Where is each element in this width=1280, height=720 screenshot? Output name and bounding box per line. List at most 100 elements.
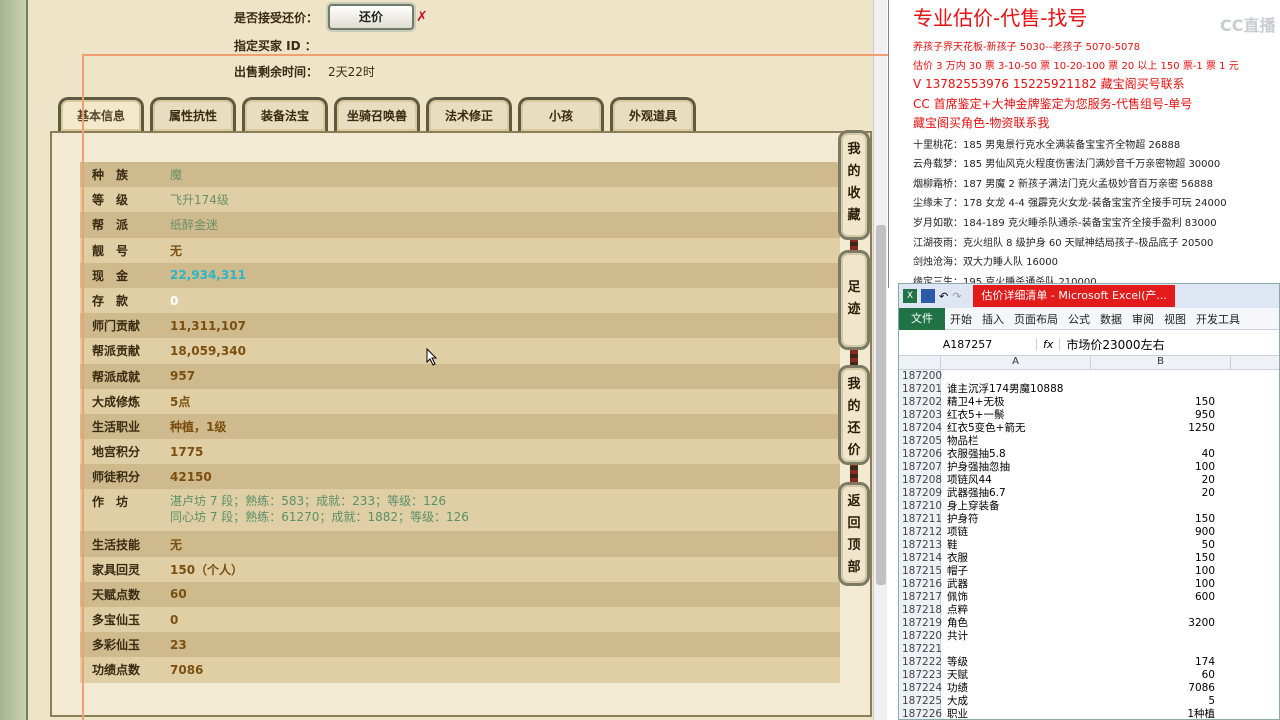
tab-home[interactable]: 开始 — [945, 311, 977, 327]
cell-a[interactable]: 谁主沉浮174男魔10888 — [941, 383, 1091, 396]
tab-mounts-pets[interactable]: 坐骑召唤兽 — [334, 97, 420, 131]
row-number[interactable]: 187226 — [899, 708, 942, 719]
row-number[interactable]: 187225 — [899, 695, 942, 708]
row-number[interactable]: 187210 — [899, 500, 942, 513]
cell-b[interactable]: 150 — [1091, 513, 1231, 526]
tab-insert[interactable]: 插入 — [977, 311, 1009, 327]
column-header-a[interactable]: A — [941, 356, 1091, 369]
formula-input[interactable]: 市场价23000左右 — [1060, 336, 1164, 353]
cell-a[interactable]: 鞋 — [941, 539, 1091, 552]
close-icon[interactable]: ✗ — [416, 9, 428, 25]
row-number[interactable]: 187206 — [899, 448, 942, 461]
cell-a[interactable]: 天赋 — [941, 669, 1091, 682]
column-header-b[interactable]: B — [1091, 356, 1231, 369]
cell-b[interactable] — [1091, 500, 1231, 513]
cell-b[interactable] — [1091, 370, 1231, 383]
cell-b[interactable] — [1091, 604, 1231, 617]
tab-equipment[interactable]: 装备法宝 — [242, 97, 328, 131]
tab-page-layout[interactable]: 页面布局 — [1009, 311, 1063, 327]
cell-b[interactable]: 60 — [1091, 669, 1231, 682]
my-counteroffer-button[interactable]: 我的还价 — [838, 365, 870, 465]
cell-a[interactable]: 红衣5+一鬃 — [941, 409, 1091, 422]
tab-developer[interactable]: 开发工具 — [1191, 311, 1245, 327]
counteroffer-button[interactable]: 还价 — [328, 4, 415, 30]
redo-icon[interactable]: ↷ — [952, 290, 961, 303]
row-number[interactable]: 187205 — [899, 435, 942, 448]
tab-attributes[interactable]: 属性抗性 — [150, 97, 236, 131]
cell-a[interactable]: 武器 — [941, 578, 1091, 591]
row-number[interactable]: 187213 — [899, 539, 942, 552]
cell-a[interactable]: 武器强抽6.7 — [941, 487, 1091, 500]
cell-b[interactable]: 100 — [1091, 565, 1231, 578]
row-number[interactable]: 187200 — [899, 370, 942, 383]
cell-a[interactable]: 共计 — [941, 630, 1091, 643]
cell-a[interactable]: 精卫4+无极 — [941, 396, 1091, 409]
row-number[interactable]: 187215 — [899, 565, 942, 578]
cell-b[interactable]: 600 — [1091, 591, 1231, 604]
tab-review[interactable]: 审阅 — [1127, 311, 1159, 327]
row-number[interactable]: 187202 — [899, 396, 942, 409]
cell-b[interactable]: 150 — [1091, 552, 1231, 565]
cell-a[interactable]: 护身强抽忽抽 — [941, 461, 1091, 474]
tab-file[interactable]: 文件 — [899, 307, 945, 330]
row-number[interactable]: 187220 — [899, 630, 942, 643]
name-box[interactable]: A187257 — [899, 338, 1037, 351]
cell-b[interactable]: 40 — [1091, 448, 1231, 461]
row-number[interactable]: 187223 — [899, 669, 942, 682]
cell-b[interactable] — [1091, 383, 1231, 396]
row-number[interactable]: 187209 — [899, 487, 942, 500]
cell-b[interactable]: 1250 — [1091, 422, 1231, 435]
cell-a[interactable]: 点粹 — [941, 604, 1091, 617]
cell-b[interactable] — [1091, 435, 1231, 448]
cell-b[interactable]: 1种植 — [1091, 708, 1231, 719]
cell-b[interactable]: 20 — [1091, 487, 1231, 500]
cell-a[interactable]: 帽子 — [941, 565, 1091, 578]
cell-b[interactable]: 100 — [1091, 578, 1231, 591]
page-scrollbar[interactable] — [873, 0, 887, 720]
save-icon[interactable] — [921, 289, 935, 303]
cell-a[interactable]: 佩饰 — [941, 591, 1091, 604]
tab-appearance[interactable]: 外观道具 — [610, 97, 696, 131]
cell-b[interactable]: 900 — [1091, 526, 1231, 539]
cell-a[interactable]: 等级 — [941, 656, 1091, 669]
cell-a[interactable]: 护身符 — [941, 513, 1091, 526]
cell-a[interactable] — [941, 370, 1091, 383]
row-number[interactable]: 187208 — [899, 474, 942, 487]
cell-b[interactable]: 3200 — [1091, 617, 1231, 630]
row-number[interactable]: 187214 — [899, 552, 942, 565]
cell-a[interactable]: 功绩 — [941, 682, 1091, 695]
cell-b[interactable]: 174 — [1091, 656, 1231, 669]
tab-basic-info[interactable]: 基本信息 — [58, 97, 144, 131]
cell-a[interactable]: 大成 — [941, 695, 1091, 708]
cell-b[interactable] — [1091, 643, 1231, 656]
undo-icon[interactable]: ↶ — [939, 290, 948, 303]
row-number[interactable]: 187211 — [899, 513, 942, 526]
back-to-top-button[interactable]: 返回顶部 — [838, 482, 870, 586]
row-number[interactable]: 187203 — [899, 409, 942, 422]
cell-b[interactable]: 950 — [1091, 409, 1231, 422]
cell-b[interactable]: 150 — [1091, 396, 1231, 409]
scrollbar-thumb[interactable] — [876, 225, 886, 585]
cell-b[interactable]: 20 — [1091, 474, 1231, 487]
row-number[interactable]: 187201 — [899, 383, 942, 396]
sheet-grid[interactable]: A B 187200 187201 谁主沉浮174男魔10888 187202 精卫4+… — [899, 356, 1279, 719]
cell-a[interactable]: 红衣5变色+箭无 — [941, 422, 1091, 435]
tab-spell-correction[interactable]: 法术修正 — [426, 97, 512, 131]
tab-formulas[interactable]: 公式 — [1063, 311, 1095, 327]
row-number[interactable]: 187216 — [899, 578, 942, 591]
tab-view[interactable]: 视图 — [1159, 311, 1191, 327]
cell-b[interactable]: 100 — [1091, 461, 1231, 474]
cell-a[interactable] — [941, 643, 1091, 656]
fx-icon[interactable]: fx — [1037, 338, 1061, 351]
row-number[interactable]: 187204 — [899, 422, 942, 435]
row-number[interactable]: 187207 — [899, 461, 942, 474]
row-number[interactable]: 187222 — [899, 656, 942, 669]
tab-data[interactable]: 数据 — [1095, 311, 1127, 327]
cell-a[interactable]: 身上穿装备 — [941, 500, 1091, 513]
row-number[interactable]: 187221 — [899, 643, 942, 656]
corner-cell[interactable] — [899, 356, 941, 369]
row-number[interactable]: 187224 — [899, 682, 942, 695]
row-number[interactable]: 187218 — [899, 604, 942, 617]
cell-b[interactable] — [1091, 630, 1231, 643]
row-number[interactable]: 187212 — [899, 526, 942, 539]
